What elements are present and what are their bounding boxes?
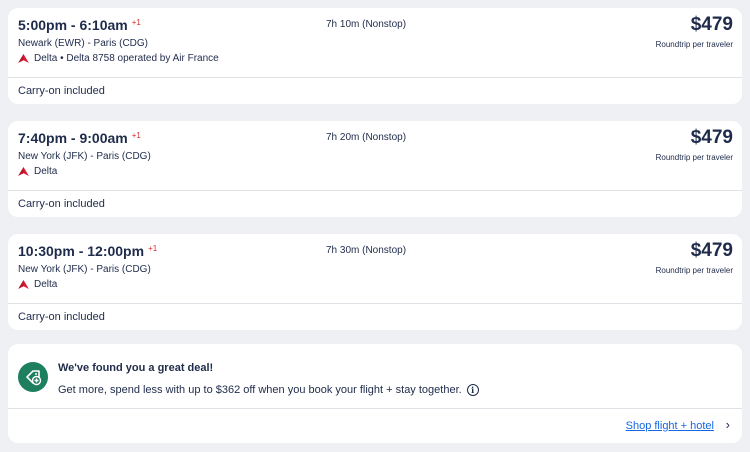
baggage-info: Carry-on included [18, 311, 105, 323]
baggage-info: Carry-on included [18, 85, 105, 97]
airline-name: Delta [34, 279, 58, 290]
chevron-right-icon[interactable]: › [726, 417, 730, 432]
package-deal-icon [18, 362, 48, 392]
flight-duration: 7h 20m (Nonstop) [326, 132, 407, 143]
flight-duration: 7h 10m (Nonstop) [326, 19, 407, 30]
departure-arrival-times: 5:00pm - 6:10am [18, 17, 128, 33]
airline-name: Delta [34, 166, 58, 177]
baggage-info: Carry-on included [18, 198, 105, 210]
flight-route: New York (JFK) - Paris (CDG) [18, 151, 151, 162]
deal-footer: Shop flight + hotel › [8, 409, 742, 443]
deal-text: Get more, spend less with up to $362 off… [58, 384, 462, 396]
airline-info: Delta [18, 166, 57, 177]
flight-times: 7:40pm - 9:00am +1 [18, 130, 141, 146]
flight-summary: 7:40pm - 9:00am +1 New York (JFK) - Pari… [8, 121, 742, 190]
shop-flight-hotel-link[interactable]: Shop flight + hotel [626, 420, 714, 432]
delta-logo-icon [18, 54, 29, 63]
package-deal-card: We've found you a great deal! Get more, … [8, 344, 742, 443]
flight-times: 5:00pm - 6:10am +1 [18, 17, 141, 33]
flight-price: $479 [690, 127, 733, 148]
day-offset: +1 [148, 244, 158, 253]
airline-info: Delta • Delta 8758 operated by Air Franc… [18, 53, 219, 64]
tag-plus-icon [26, 370, 42, 386]
price-note: Roundtrip per traveler [655, 40, 733, 49]
flight-summary: 10:30pm - 12:00pm +1 New York (JFK) - Pa… [8, 234, 742, 303]
day-offset: +1 [131, 131, 141, 140]
price-note: Roundtrip per traveler [655, 153, 733, 162]
airline-name: Delta • Delta 8758 operated by Air Franc… [34, 53, 219, 64]
flight-route: Newark (EWR) - Paris (CDG) [18, 38, 148, 49]
deal-title: We've found you a great deal! [58, 362, 214, 374]
deal-content: We've found you a great deal! Get more, … [8, 344, 742, 408]
info-icon[interactable]: i [466, 384, 479, 396]
flight-result-card[interactable]: 10:30pm - 12:00pm +1 New York (JFK) - Pa… [8, 234, 742, 330]
departure-arrival-times: 10:30pm - 12:00pm [18, 243, 145, 259]
flight-route: New York (JFK) - Paris (CDG) [18, 264, 151, 275]
flight-summary: 5:00pm - 6:10am +1 Newark (EWR) - Paris … [8, 8, 742, 77]
flight-price: $479 [690, 14, 733, 35]
flight-duration: 7h 30m (Nonstop) [326, 245, 407, 256]
delta-logo-icon [18, 167, 29, 176]
deal-description: Get more, spend less with up to $362 off… [58, 384, 479, 396]
day-offset: +1 [131, 18, 141, 27]
flight-result-card[interactable]: 7:40pm - 9:00am +1 New York (JFK) - Pari… [8, 121, 742, 217]
airline-info: Delta [18, 279, 57, 290]
flight-times: 10:30pm - 12:00pm +1 [18, 243, 157, 259]
delta-logo-icon [18, 280, 29, 289]
price-note: Roundtrip per traveler [655, 266, 733, 275]
flight-result-card[interactable]: 5:00pm - 6:10am +1 Newark (EWR) - Paris … [8, 8, 742, 104]
flight-price: $479 [690, 240, 733, 261]
departure-arrival-times: 7:40pm - 9:00am [18, 130, 128, 146]
